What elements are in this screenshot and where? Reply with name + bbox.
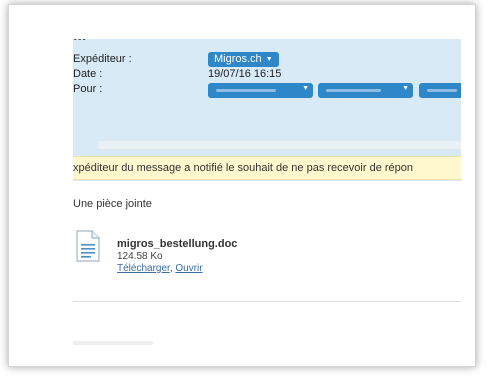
document-icon[interactable] [76, 230, 100, 262]
notice-text: xpéditeur du message a notifié le souhai… [73, 162, 413, 174]
sender-chip[interactable]: Migros.ch ▼ [208, 52, 279, 67]
date-value: 19/07/16 16:15 [208, 68, 282, 80]
attachment-actions: Télécharger, Ouvrir [117, 263, 203, 274]
chevron-down-icon[interactable]: ▼ [266, 52, 273, 67]
recipient-blurred [427, 89, 457, 92]
recipient-blurred [216, 89, 276, 92]
subject-cutoff: ... [73, 39, 86, 45]
header-bar [97, 140, 461, 150]
attachment-filename: migros_bestellung.doc [117, 238, 238, 250]
sender-label: Expéditeur : [73, 53, 132, 65]
recipient-chip[interactable] [419, 83, 461, 98]
email-view: ... Expéditeur : Migros.ch ▼ Date : 19/07… [19, 11, 465, 361]
chevron-down-icon[interactable]: ▼ [402, 85, 409, 92]
recipient-blurred [326, 89, 381, 92]
faded-content [73, 341, 153, 345]
chevron-down-icon[interactable]: ▼ [302, 85, 309, 92]
recipient-chip[interactable]: ▼ [318, 83, 413, 98]
download-link[interactable]: Télécharger [117, 263, 170, 274]
recipient-chip[interactable]: ▼ [208, 83, 313, 98]
attachment-size: 124.58 Ko [117, 251, 163, 262]
attachment-heading: Une pièce jointe [73, 198, 152, 210]
screenshot-frame: ... Expéditeur : Migros.ch ▼ Date : 19/07… [8, 4, 476, 367]
to-label: Pour : [73, 83, 103, 95]
open-link[interactable]: Ouvrir [175, 263, 202, 274]
sender-name: Migros.ch [214, 53, 262, 65]
read-receipt-notice: xpéditeur du message a notifié le souhai… [73, 156, 461, 180]
divider [73, 301, 461, 302]
date-label: Date : [73, 68, 103, 80]
